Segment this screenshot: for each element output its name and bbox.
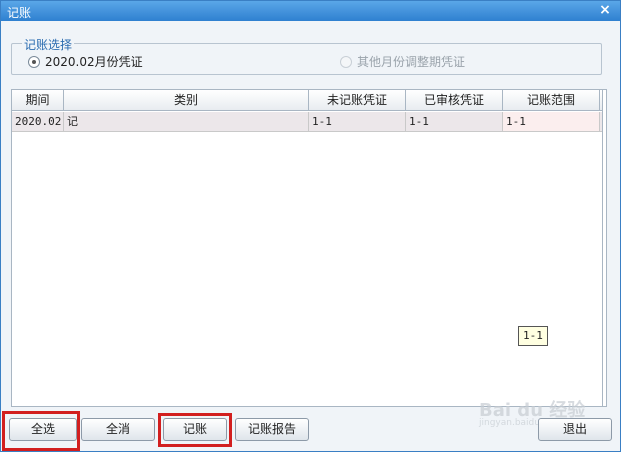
table-row[interactable]: 2020.02 记 1-1 1-1 1-1 xyxy=(12,112,602,132)
radio-other-months[interactable]: 其他月份调整期凭证 xyxy=(340,53,465,70)
cell-range[interactable]: 1-1 xyxy=(503,112,600,131)
header-period[interactable]: 期间 xyxy=(12,90,64,111)
header-category[interactable]: 类别 xyxy=(64,90,309,111)
radio-disabled-icon xyxy=(340,55,352,68)
cell-audited: 1-1 xyxy=(406,112,503,131)
radio-current-month-label: 2020.02月份凭证 xyxy=(45,55,143,69)
exit-button[interactable]: 退出 xyxy=(538,418,612,441)
cell-unposted: 1-1 xyxy=(309,112,406,131)
select-all-highlight xyxy=(2,411,80,451)
titlebar: 记账 × xyxy=(1,1,620,21)
range-tooltip: 1-1 xyxy=(518,326,548,346)
clear-all-button[interactable]: 全消 xyxy=(81,418,155,441)
radio-selected-icon xyxy=(28,55,40,68)
posting-report-button[interactable]: 记账报告 xyxy=(235,418,309,441)
cell-category: 记 xyxy=(64,112,309,131)
grid-divider xyxy=(602,90,603,406)
posting-selection-group: 记账选择 2020.02月份凭证 其他月份调整期凭证 xyxy=(11,36,602,75)
header-audited[interactable]: 已审核凭证 xyxy=(406,90,503,111)
post-button-highlight xyxy=(158,413,232,447)
close-icon[interactable]: × xyxy=(598,3,612,17)
header-range[interactable]: 记账范围 xyxy=(503,90,600,111)
group-legend: 记账选择 xyxy=(22,36,75,53)
header-unposted[interactable]: 未记账凭证 xyxy=(309,90,406,111)
voucher-grid: 期间 类别 未记账凭证 已审核凭证 记账范围 2020.02 记 1-1 1-1… xyxy=(11,89,607,407)
radio-current-month[interactable]: 2020.02月份凭证 xyxy=(28,53,143,70)
grid-header: 期间 类别 未记账凭证 已审核凭证 记账范围 xyxy=(12,90,602,111)
radio-other-months-label: 其他月份调整期凭证 xyxy=(357,55,466,69)
posting-dialog: 记账 × 记账选择 2020.02月份凭证 其他月份调整期凭证 期间 类别 未记… xyxy=(0,0,621,452)
window-title: 记账 xyxy=(7,6,32,20)
cell-period: 2020.02 xyxy=(12,112,64,131)
